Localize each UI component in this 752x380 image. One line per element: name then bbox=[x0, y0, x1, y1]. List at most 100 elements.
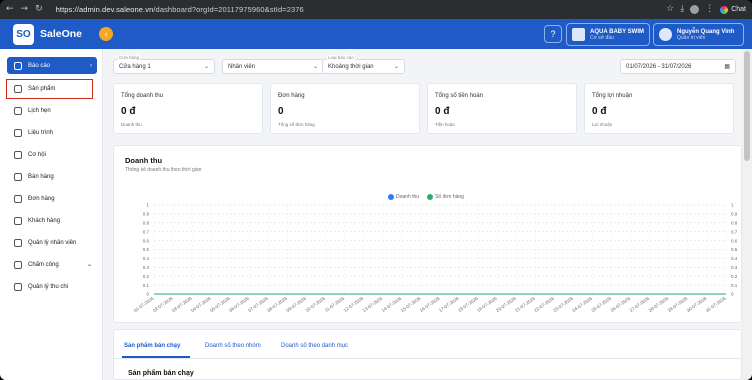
x-tick-label: 27-07-2026 bbox=[629, 295, 651, 313]
y-right-tick-label: 0.1 bbox=[731, 283, 738, 288]
profile-avatar[interactable] bbox=[690, 5, 700, 14]
x-tick-label: 28-07-2026 bbox=[648, 295, 670, 313]
tab-sales-by-group[interactable]: Doanh số theo nhóm bbox=[205, 343, 261, 349]
revenue-chart-card: Doanh thu Thống kê doanh thu theo thời g… bbox=[113, 145, 742, 323]
x-tick-label: 22-07-2026 bbox=[533, 295, 555, 313]
y-left-tick-label: 0.3 bbox=[143, 265, 150, 270]
report-type-label: Loại báo cáo bbox=[327, 55, 355, 60]
url-host: https://admin.dev.saleone.vn bbox=[55, 5, 154, 14]
x-tick-label: 08-07-2026 bbox=[266, 295, 288, 313]
help-icon[interactable]: ? bbox=[544, 25, 562, 43]
treatment-icon bbox=[14, 128, 22, 137]
x-tick-label: 09-07-2026 bbox=[285, 295, 307, 313]
x-tick-label: 02-07-2026 bbox=[152, 295, 174, 313]
sidebar-item-staff[interactable]: Quản lý nhân viên bbox=[7, 234, 97, 251]
address-bar[interactable]: https://admin.dev.saleone.vn/dashboard?o… bbox=[56, 5, 660, 14]
x-tick-label: 25-07-2026 bbox=[590, 295, 612, 313]
y-left-tick-label: 0.6 bbox=[143, 238, 150, 243]
user-avatar bbox=[659, 28, 672, 41]
scrollbar-thumb[interactable] bbox=[744, 51, 750, 161]
y-right-tick-label: 1 bbox=[731, 203, 734, 208]
stat-card-value: 0 bbox=[278, 106, 284, 117]
revenue-line-chart: 1 1 0.9 0.9 0.8 0.8 0.7 0.7 0.6 0.6 0.5 0.5 0.4 0.4 0.… bbox=[133, 203, 738, 313]
chevron-right-icon: › bbox=[90, 62, 92, 69]
sidebar-item-label: Bán hàng bbox=[28, 173, 54, 180]
x-tick-label: 23-07-2026 bbox=[552, 295, 574, 313]
opportunity-icon bbox=[14, 150, 22, 159]
x-tick-label: 19-07-2026 bbox=[476, 295, 498, 313]
tab-best-selling[interactable]: Sản phẩm bán chạy bbox=[124, 343, 180, 349]
sidebar-item-customers[interactable]: Khách hàng bbox=[7, 212, 97, 229]
report-type-select[interactable]: Loại báo cáo Khoảng thời gian ⌄ bbox=[322, 55, 405, 74]
y-right-tick-label: 0.2 bbox=[731, 274, 738, 279]
report-type-value: Khoảng thời gian bbox=[328, 63, 374, 70]
store-switcher[interactable]: AQUA BABY SWIM Cơ sở đầu bbox=[566, 23, 650, 46]
main-content: Cửa hàng Cửa hàng 1 ⌄ Nhân viên ⌄ Loại b… bbox=[103, 49, 743, 380]
screen: ← → ↻ https://admin.dev.saleone.vn/dashb… bbox=[0, 0, 752, 380]
stat-card-sub: Lợi nhuận bbox=[592, 122, 613, 127]
x-tick-label: 10-07-2026 bbox=[304, 295, 326, 313]
chevron-down-icon: ⌄ bbox=[393, 64, 399, 70]
sidebar-item-label: Đơn hàng bbox=[28, 195, 55, 202]
y-right-tick-label: 0.7 bbox=[731, 229, 738, 234]
store-select[interactable]: Cửa hàng Cửa hàng 1 ⌄ bbox=[113, 55, 215, 74]
stat-card-value: 0 đ bbox=[592, 106, 607, 117]
sidebar-item-timekeeping[interactable]: Chấm công ⌄ bbox=[7, 256, 97, 273]
x-tick-label: 18-07-2026 bbox=[457, 295, 479, 313]
x-tick-label: 20-07-2026 bbox=[495, 295, 517, 313]
reload-icon[interactable]: ↻ bbox=[35, 5, 43, 14]
forward-icon[interactable]: → bbox=[21, 5, 29, 14]
download-icon[interactable]: ⤓ bbox=[680, 5, 684, 14]
sidebar-item-opportunities[interactable]: Cơ hội bbox=[7, 146, 97, 163]
back-icon[interactable]: ← bbox=[6, 5, 14, 14]
y-left-tick-label: 0.9 bbox=[143, 212, 150, 217]
finance-icon bbox=[14, 282, 22, 291]
staff-select[interactable]: Nhân viên ⌄ bbox=[222, 59, 324, 74]
y-left-tick-label: 0.2 bbox=[143, 274, 150, 279]
sidebar-item-sales[interactable]: Bán hàng bbox=[7, 168, 97, 185]
logo-mark: SO bbox=[13, 23, 34, 45]
tab-sales-by-category[interactable]: Doanh số theo danh mục bbox=[281, 343, 348, 349]
customer-icon bbox=[14, 216, 22, 225]
url-path: /dashboard?orgId=20117975960&stId=2376 bbox=[153, 5, 304, 14]
order-icon bbox=[14, 194, 22, 203]
page-scrollbar[interactable] bbox=[742, 49, 752, 380]
sidebar-item-treatments[interactable]: Liệu trình bbox=[7, 124, 97, 141]
y-right-tick-label: 0.6 bbox=[731, 238, 738, 243]
stat-card-revenue: Tổng doanh thu 0 đ Doanh thu bbox=[113, 83, 263, 134]
x-tick-label: 03-07-2026 bbox=[171, 295, 193, 313]
stat-card-sub: Doanh thu bbox=[121, 122, 142, 127]
date-range-picker[interactable]: 01/07/2026 - 31/07/2026 ▦ bbox=[620, 59, 736, 74]
chat-button[interactable]: Chat bbox=[720, 5, 746, 14]
y-left-tick-label: 0.7 bbox=[143, 229, 150, 234]
y-right-tick-label: 0.8 bbox=[731, 221, 738, 226]
star-icon[interactable]: ☆ bbox=[666, 5, 674, 14]
app-name: SaleOne bbox=[40, 28, 83, 40]
y-left-tick-label: 1 bbox=[146, 203, 149, 208]
sidebar-item-appointments[interactable]: Lịch hẹn bbox=[7, 102, 97, 119]
stat-card-profit: Tổng lợi nhuận 0 đ Lợi nhuận bbox=[584, 83, 734, 134]
sidebar-item-reports[interactable]: Báo cáo › bbox=[7, 57, 97, 74]
tabs-card: Sản phẩm bán chạy Doanh số theo nhóm Doa… bbox=[113, 329, 743, 380]
x-tick-label: 05-07-2026 bbox=[209, 295, 231, 313]
user-menu[interactable]: Nguyễn Quang Vinh Quản trị viên bbox=[653, 23, 744, 46]
stat-card-sub: Tiền hoàn bbox=[435, 122, 455, 127]
x-tick-label: 17-07-2026 bbox=[438, 295, 460, 313]
x-tick-label: 14-07-2026 bbox=[381, 295, 403, 313]
menu-icon[interactable]: ⋮ bbox=[705, 5, 714, 14]
y-right-tick-label: 0.5 bbox=[731, 247, 738, 252]
collapse-sidebar-button[interactable]: ‹ bbox=[99, 27, 113, 41]
browser-toolbar: ← → ↻ https://admin.dev.saleone.vn/dashb… bbox=[0, 0, 752, 19]
sidebar-item-orders[interactable]: Đơn hàng bbox=[7, 190, 97, 207]
y-left-tick-label: 0.1 bbox=[143, 283, 150, 288]
tab-divider bbox=[114, 358, 743, 359]
stat-card-value: 0 đ bbox=[121, 106, 136, 117]
sidebar-item-label: Quản lý thu chi bbox=[28, 283, 69, 290]
sidebar-item-finance[interactable]: Quản lý thu chi bbox=[7, 278, 97, 295]
stat-card-orders: Đơn hàng 0 Tổng số đơn hàng bbox=[270, 83, 420, 134]
y-left-tick-label: 0.8 bbox=[143, 221, 150, 226]
store-name: AQUA BABY SWIM bbox=[590, 28, 644, 35]
date-range-value: 01/07/2026 - 31/07/2026 bbox=[626, 63, 692, 70]
user-role: Quản trị viên bbox=[677, 34, 706, 41]
logo[interactable]: SO SaleOne bbox=[13, 23, 83, 45]
